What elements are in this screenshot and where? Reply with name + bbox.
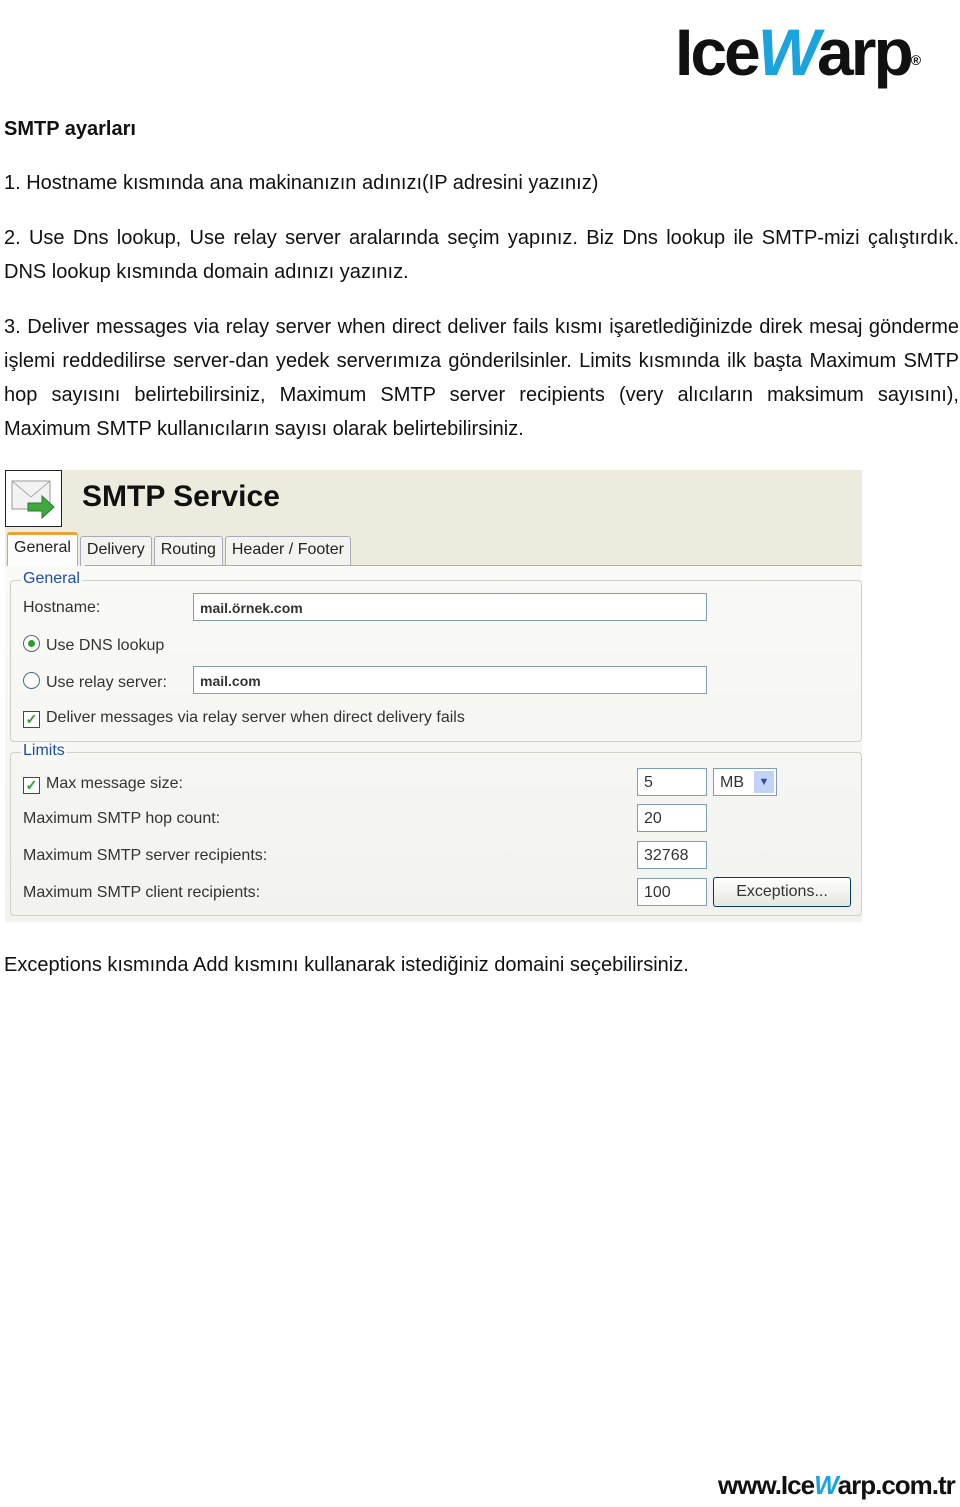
exceptions-button[interactable]: Exceptions...	[713, 877, 851, 907]
dns-lookup-radio[interactable]: Use DNS lookup	[23, 635, 164, 655]
checkmark-icon: ✓	[23, 777, 40, 794]
paragraph-4: Exceptions kısmında Add kısmını kullanar…	[4, 954, 689, 976]
hop-count-input[interactable]: 20	[637, 804, 707, 832]
max-size-input[interactable]: 5	[637, 768, 707, 796]
header-band: SMTP Service General Delivery Routing He…	[5, 470, 862, 566]
mail-forward-icon	[5, 470, 62, 527]
limits-legend: Limits	[21, 742, 67, 760]
client-recipients-label: Maximum SMTP client recipients:	[23, 884, 261, 901]
limits-group: Limits ✓ Max message size: 5 MB ▼ Maximum …	[10, 742, 862, 916]
checkmark-icon: ✓	[23, 711, 40, 728]
smtp-service-screenshot: SMTP Service General Delivery Routing He…	[5, 470, 862, 922]
relay-server-label: Use relay server:	[46, 674, 167, 691]
deliver-via-relay-label: Deliver messages via relay server when d…	[46, 709, 465, 726]
general-group: General Hostname: mail.örnek.com Use DNS…	[10, 570, 862, 742]
dns-lookup-label: Use DNS lookup	[46, 637, 165, 654]
relay-server-radio[interactable]: Use relay server:	[23, 672, 167, 692]
hop-count-label: Maximum SMTP hop count:	[23, 810, 221, 827]
paragraph-2: 2. Use Dns lookup, Use relay server aral…	[4, 227, 959, 283]
tab-general[interactable]: General	[7, 532, 78, 566]
radio-unselected-icon	[23, 672, 40, 689]
tab-delivery[interactable]: Delivery	[79, 536, 152, 566]
page-title: SMTP Service	[82, 480, 280, 513]
hostname-label: Hostname:	[23, 599, 101, 616]
relay-server-input[interactable]: mail.com	[193, 666, 707, 694]
section-heading: SMTP ayarları	[4, 118, 136, 140]
server-recipients-label: Maximum SMTP server recipients:	[23, 847, 268, 864]
radio-selected-icon	[23, 635, 40, 652]
paragraph-1: 1. Hostname kısmında ana makinanızın adı…	[4, 172, 599, 194]
footer-url: www.IceWarp.com.tr	[718, 1470, 956, 1500]
tab-header-footer[interactable]: Header / Footer	[224, 536, 351, 566]
paragraph-3: 3. Deliver messages via relay server whe…	[4, 316, 959, 440]
tab-routing[interactable]: Routing	[153, 536, 223, 566]
deliver-via-relay-checkbox[interactable]: ✓ Deliver messages via relay server when …	[23, 709, 465, 728]
client-recipients-input[interactable]: 100	[637, 878, 707, 906]
size-unit-value: MB	[720, 774, 744, 791]
chevron-down-icon: ▼	[754, 771, 774, 793]
general-legend: General	[21, 570, 82, 588]
max-size-label: Max message size:	[46, 775, 183, 792]
server-recipients-input[interactable]: 32768	[637, 841, 707, 869]
hostname-input[interactable]: mail.örnek.com	[193, 593, 707, 621]
icewarp-logo: IceWarp®	[675, 15, 922, 89]
size-unit-select[interactable]: MB ▼	[713, 768, 777, 796]
max-size-checkbox[interactable]: ✓ Max message size:	[23, 775, 183, 794]
